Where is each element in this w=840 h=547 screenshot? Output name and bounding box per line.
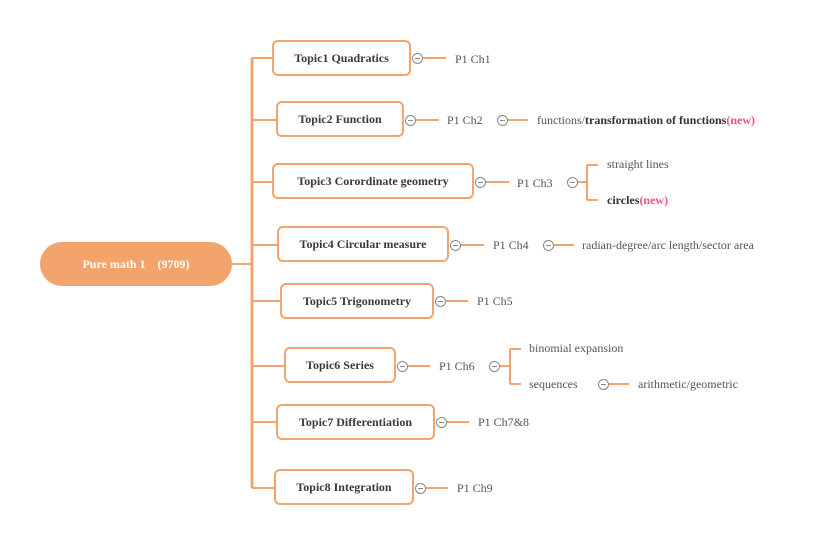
- subtopic-radian[interactable]: radian-degree/arc length/sector area: [582, 238, 754, 252]
- chapter-label-5[interactable]: P1 Ch5: [477, 294, 513, 308]
- chapter-label-3[interactable]: P1 Ch3: [517, 176, 553, 190]
- root-node[interactable]: Pure math 1 (9709): [40, 242, 232, 286]
- topic-node-7[interactable]: Topic7 Differentiation: [276, 404, 435, 440]
- collapse-icon[interactable]: [567, 177, 578, 188]
- subtopic-binomial[interactable]: binomial expansion: [529, 341, 623, 355]
- chapter-label-4[interactable]: P1 Ch4: [493, 238, 529, 252]
- collapse-icon[interactable]: [543, 240, 554, 251]
- subtopic-functions[interactable]: functions/transformation of functions(ne…: [537, 113, 755, 127]
- collapse-icon[interactable]: [450, 240, 461, 251]
- collapse-icon[interactable]: [489, 361, 500, 372]
- topic-node-1[interactable]: Topic1 Quadratics: [272, 40, 411, 76]
- subtopic-arith-geom[interactable]: arithmetic/geometric: [638, 377, 738, 391]
- chapter-label-6[interactable]: P1 Ch6: [439, 359, 475, 373]
- subtopic-straight-lines[interactable]: straight lines: [607, 157, 669, 171]
- subtopic-sequences[interactable]: sequences: [529, 377, 578, 391]
- new-tag: (new): [726, 113, 755, 127]
- collapse-icon[interactable]: [497, 115, 508, 126]
- collapse-icon[interactable]: [436, 417, 447, 428]
- chapter-label-2[interactable]: P1 Ch2: [447, 113, 483, 127]
- collapse-icon[interactable]: [435, 296, 446, 307]
- collapse-icon[interactable]: [405, 115, 416, 126]
- topic-node-6[interactable]: Topic6 Series: [284, 347, 396, 383]
- collapse-icon[interactable]: [412, 53, 423, 64]
- collapse-icon[interactable]: [475, 177, 486, 188]
- topic-node-2[interactable]: Topic2 Function: [276, 101, 404, 137]
- collapse-icon[interactable]: [415, 483, 426, 494]
- collapse-icon[interactable]: [397, 361, 408, 372]
- collapse-icon[interactable]: [598, 379, 609, 390]
- chapter-label-1[interactable]: P1 Ch1: [455, 52, 491, 66]
- topic-node-3[interactable]: Topic3 Corordinate geometry: [272, 163, 474, 199]
- topic-node-5[interactable]: Topic5 Trigonometry: [280, 283, 434, 319]
- topic-node-8[interactable]: Topic8 Integration: [274, 469, 414, 505]
- new-tag: (new): [639, 193, 669, 207]
- chapter-label-8[interactable]: P1 Ch9: [457, 481, 493, 495]
- chapter-label-7[interactable]: P1 Ch7&8: [478, 415, 529, 429]
- subtopic-circles[interactable]: circles(new): [607, 193, 668, 207]
- topic-node-4[interactable]: Topic4 Circular measure: [277, 226, 449, 262]
